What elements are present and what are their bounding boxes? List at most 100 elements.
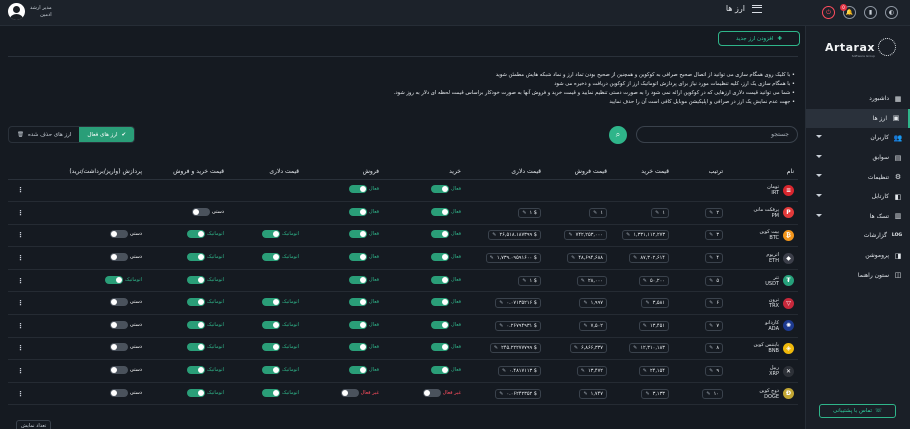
- toggle-switch[interactable]: [431, 320, 450, 329]
- toggle[interactable]: اتوماتیک: [187, 298, 224, 307]
- toggle-switch[interactable]: [349, 207, 368, 216]
- value-box[interactable]: $ ۰.۰۷۱۳۵۲۱۶ ✎: [495, 298, 541, 309]
- toggle-switch[interactable]: [349, 230, 368, 239]
- toggle[interactable]: اتوماتیک: [262, 298, 299, 307]
- toggle[interactable]: اتوماتیک: [187, 253, 224, 262]
- toggle-switch[interactable]: [349, 185, 368, 194]
- toggle[interactable]: فعال: [431, 253, 461, 262]
- page-size-select[interactable]: تعداد نمایش: [16, 420, 52, 429]
- toggle-switch[interactable]: [262, 388, 281, 397]
- sidebar-item-9[interactable]: ستون راهنما ◫: [806, 265, 910, 285]
- row-menu-icon[interactable]: ⋮: [8, 337, 38, 361]
- toggle-switch[interactable]: [262, 320, 281, 329]
- toggle[interactable]: فعال: [431, 298, 461, 307]
- toggle-switch[interactable]: [431, 343, 450, 352]
- toggle[interactable]: اتوماتیک: [187, 343, 224, 352]
- toggle[interactable]: دستی: [109, 388, 142, 397]
- value-box[interactable]: ۱۳,۴۵۱ ✎: [638, 320, 669, 331]
- sidebar-item-7[interactable]: گزارشات LOG: [806, 226, 910, 246]
- toggle[interactable]: فعال: [349, 366, 379, 375]
- toggle-switch[interactable]: [349, 298, 368, 307]
- toggle[interactable]: اتوماتیک: [262, 388, 299, 397]
- row-menu-icon[interactable]: ⋮: [8, 359, 38, 383]
- value-box[interactable]: ۶,۸۶۶,۳۳۷ ✎: [569, 343, 607, 354]
- search-button[interactable]: ⌕: [609, 126, 627, 144]
- toggle[interactable]: دستی: [109, 253, 142, 262]
- value-box[interactable]: $ ۱,۷۳۹.۰۹۵۹۱۶۰۰ ✎: [485, 253, 541, 264]
- toggle-switch[interactable]: [262, 366, 281, 375]
- toggle[interactable]: اتوماتیک: [187, 388, 224, 397]
- toggle-switch[interactable]: [349, 343, 368, 352]
- toggle-switch[interactable]: [187, 230, 206, 239]
- toggle-switch[interactable]: [109, 320, 128, 329]
- toggle-switch[interactable]: [187, 320, 206, 329]
- toggle[interactable]: دستی: [109, 320, 142, 329]
- value-box[interactable]: ۳ ✎: [705, 230, 723, 241]
- toggle[interactable]: فعال: [431, 207, 461, 216]
- tab-active[interactable]: ارز های فعال ✔: [79, 127, 135, 142]
- value-box[interactable]: ۵ ✎: [705, 275, 723, 286]
- value-box[interactable]: ۷,۵۰۲ ✎: [579, 320, 607, 331]
- toggle[interactable]: اتوماتیک: [105, 275, 142, 284]
- value-box[interactable]: $ ۰.۰۶۲۴۲۳۵۲ ✎: [495, 388, 541, 399]
- toggle-switch[interactable]: [431, 185, 450, 194]
- toggle[interactable]: فعال: [349, 298, 379, 307]
- toggle[interactable]: اتوماتیک: [187, 366, 224, 375]
- toggle-switch[interactable]: [431, 253, 450, 262]
- toggle[interactable]: دستی: [191, 207, 224, 216]
- toggle-switch[interactable]: [109, 298, 128, 307]
- search-input[interactable]: جستجو: [636, 126, 798, 143]
- toggle-switch[interactable]: [187, 253, 206, 262]
- toggle[interactable]: فعال: [431, 366, 461, 375]
- toggle[interactable]: فعال: [431, 185, 461, 194]
- toggle-switch[interactable]: [349, 320, 368, 329]
- toggle-switch[interactable]: [431, 298, 450, 307]
- value-box[interactable]: ۱۰ ✎: [702, 388, 723, 399]
- toggle-switch[interactable]: [262, 230, 281, 239]
- value-box[interactable]: ۱۲,۳۱۰,۱۸۳ ✎: [629, 343, 669, 354]
- toggle-switch[interactable]: [109, 343, 128, 352]
- value-box[interactable]: ۲ ✎: [705, 207, 723, 218]
- value-box[interactable]: $ ۰.۴۸۱۷۱۱۳ ✎: [497, 366, 541, 377]
- toggle-switch[interactable]: [109, 366, 128, 375]
- toggle-switch[interactable]: [109, 388, 128, 397]
- value-box[interactable]: ۱,۷۴۷ ✎: [579, 388, 607, 399]
- toggle-switch[interactable]: [187, 275, 206, 284]
- toggle[interactable]: اتوماتیک: [187, 275, 224, 284]
- toggle-switch[interactable]: [422, 388, 441, 397]
- row-menu-icon[interactable]: ⋮: [8, 201, 38, 225]
- value-box[interactable]: ۷۴۲,۲۵۳,۰۰۰ ✎: [564, 230, 607, 241]
- toggle-switch[interactable]: [187, 388, 206, 397]
- value-box[interactable]: ۸ ✎: [705, 343, 723, 354]
- value-box[interactable]: $ ۰.۲۶۷۹۴۹۳۱ ✎: [495, 320, 541, 331]
- sidebar-item-3[interactable]: سوابق ▤: [806, 148, 910, 168]
- value-box[interactable]: ۱ ✎: [589, 207, 607, 218]
- value-box[interactable]: $ ۲۶,۵۱۸.۱۸۷۳۹۹ ✎: [488, 230, 541, 241]
- toggle-switch[interactable]: [431, 366, 450, 375]
- value-box[interactable]: ۶ ✎: [705, 298, 723, 309]
- sidebar-item-0[interactable]: داشبورد ▦: [806, 89, 910, 109]
- row-menu-icon[interactable]: ⋮: [8, 246, 38, 270]
- toggle[interactable]: دستی: [109, 298, 142, 307]
- toggle-switch[interactable]: [187, 366, 206, 375]
- toggle[interactable]: فعال: [349, 185, 379, 194]
- user-profile[interactable]: مدیر ارشد ادمین: [8, 3, 52, 20]
- toggle[interactable]: غیر فعال: [340, 388, 379, 397]
- toggle[interactable]: اتوماتیک: [187, 230, 224, 239]
- row-menu-icon[interactable]: ⋮: [8, 179, 38, 203]
- sidebar-item-8[interactable]: پروموشن ◨: [806, 246, 910, 266]
- notification-icon[interactable]: 🔔 0: [840, 4, 856, 19]
- sidebar-item-4[interactable]: تنظیمات ⚙: [806, 167, 910, 187]
- value-box[interactable]: ۹ ✎: [705, 366, 723, 377]
- value-box[interactable]: $ ۲۴۵.۲۲۲۷۷۷۹۹ ✎: [489, 343, 541, 354]
- tab-deleted[interactable]: 🗑 ارز های حذف شده: [9, 127, 79, 142]
- toggle-switch[interactable]: [105, 275, 124, 284]
- sidebar-item-1[interactable]: ارز ها ▣: [806, 108, 910, 129]
- toggle-switch[interactable]: [431, 275, 450, 284]
- toggle-switch[interactable]: [431, 230, 450, 239]
- toggle-switch[interactable]: [109, 230, 128, 239]
- toggle-switch[interactable]: [262, 343, 281, 352]
- toggle-switch[interactable]: [340, 388, 359, 397]
- row-menu-icon[interactable]: ⋮: [8, 269, 38, 293]
- value-box[interactable]: ۴ ✎: [705, 253, 723, 264]
